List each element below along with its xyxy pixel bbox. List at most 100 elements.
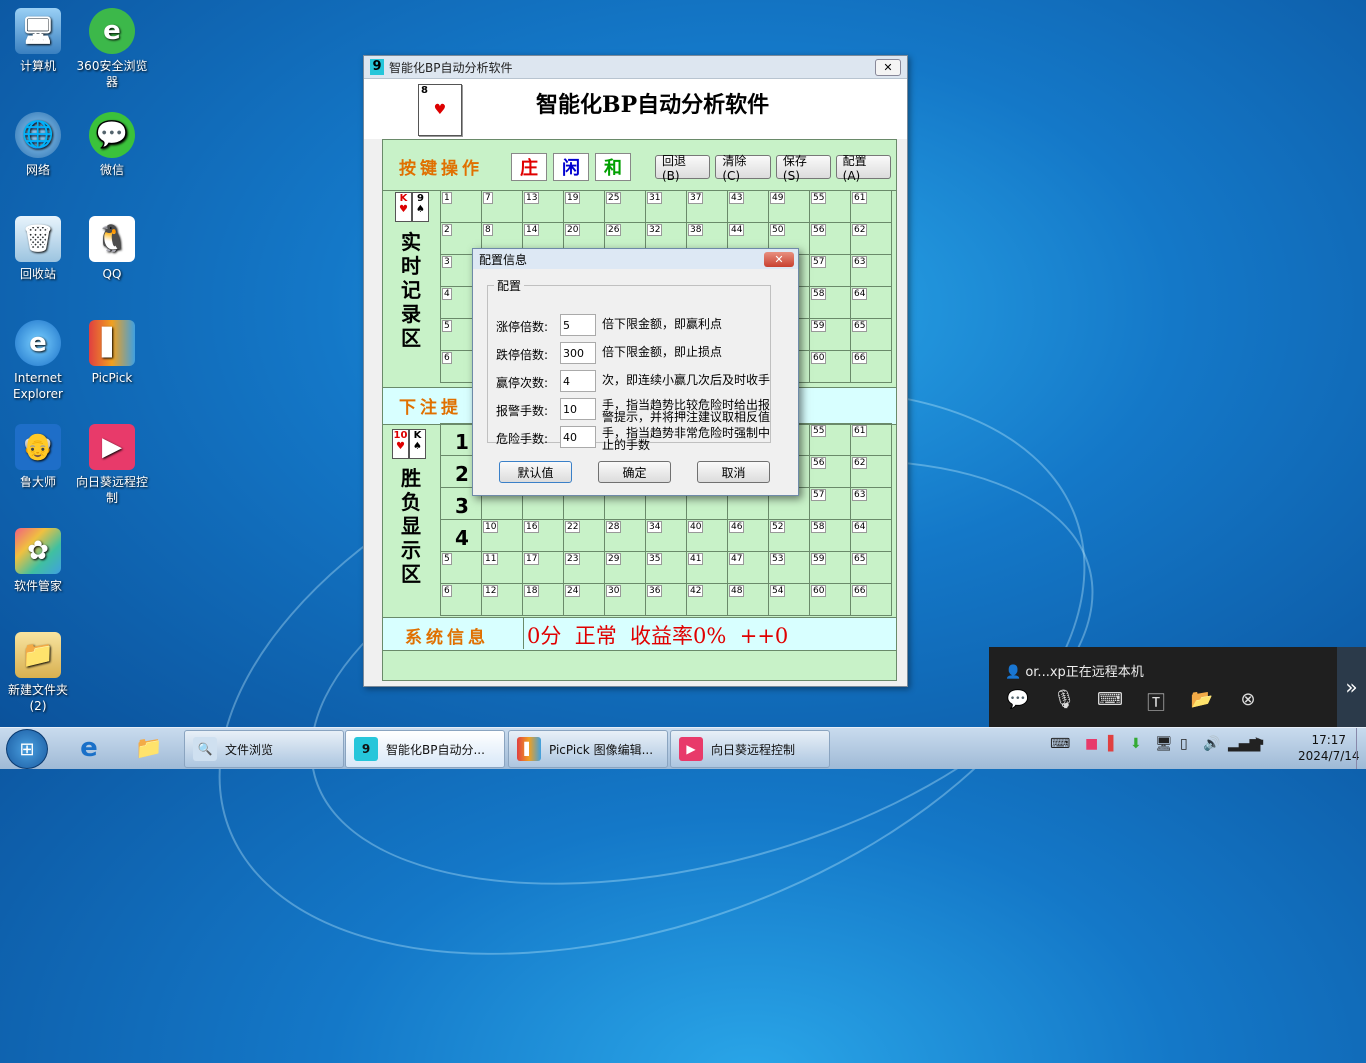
grid-cell-number: 41: [688, 553, 704, 565]
grid-cell-number: 5: [442, 320, 452, 332]
result-area-label: 胜负显示区: [401, 466, 421, 586]
desktop-icon-label: 向日葵远程控制: [76, 475, 149, 505]
desktop-icon-360-browser[interactable]: e 360安全浏览器: [76, 8, 148, 90]
desktop-icon-sunlogin[interactable]: ▶ 向日葵远程控制: [76, 424, 148, 506]
microphone-icon[interactable]: 🎙: [1051, 689, 1077, 713]
field-label: 报警手数:: [496, 404, 549, 418]
dialog-close-button[interactable]: ✕: [764, 251, 794, 267]
grid-cell: 40: [687, 520, 728, 552]
config-button[interactable]: 配置(A): [835, 154, 891, 183]
grid-cell: 56: [810, 456, 851, 488]
grid-cell: 60: [810, 584, 851, 616]
desktop-icon-ludashi[interactable]: 👴 鲁大师: [2, 424, 74, 490]
grid-cell: 55: [810, 190, 851, 223]
default-button[interactable]: 默认值: [499, 461, 572, 483]
playing-card-k-icon: K ♥: [395, 192, 412, 222]
grid-cell-number: 8: [483, 224, 493, 236]
grid-cell-number: 60: [811, 352, 827, 364]
window-titlebar[interactable]: 9 智能化BP自动分析软件 ✕: [364, 56, 907, 79]
grid-cell-number: 37: [688, 192, 704, 204]
grid-cell-number: 47: [729, 553, 745, 565]
field-row: 跌停倍数: 倍下限金额，即止损点: [496, 342, 772, 364]
desktop-icon-new-folder[interactable]: 📁 新建文件夹 (2): [2, 632, 74, 714]
action-button-group: 回退(B) 清除(C) 保存(S) 配置(A): [655, 154, 896, 183]
desktop-icon-qq[interactable]: 🐧 QQ: [76, 216, 148, 282]
banker-button[interactable]: 庄: [511, 153, 547, 181]
flag-icon[interactable]: ⚑: [1253, 736, 1266, 752]
save-button[interactable]: 保存(S): [775, 154, 831, 183]
chat-icon[interactable]: 💬: [1005, 689, 1031, 713]
desktop-icon-label: 计算机: [19, 59, 56, 73]
desktop-icon-recycle-bin[interactable]: 🗑 回收站: [2, 216, 74, 282]
desktop-icon-picpick[interactable]: ▌ PicPick: [76, 320, 148, 386]
limit-up-multiplier-input[interactable]: [560, 314, 596, 336]
grid-cell-number: 25: [606, 192, 622, 204]
show-desktop-button[interactable]: [1356, 728, 1366, 769]
grid-cell-number: 54: [770, 585, 786, 597]
chevron-right-icon: »: [1345, 675, 1358, 699]
download-icon[interactable]: ⬇: [1130, 736, 1142, 752]
file-transfer-icon[interactable]: 📂: [1189, 689, 1215, 713]
desktop-icon-wechat[interactable]: 💬 微信: [76, 112, 148, 178]
grid-cell-number: 58: [811, 521, 827, 533]
grid-cell-number: 53: [770, 553, 786, 565]
grid-cell-number: 3: [442, 256, 452, 268]
tie-button[interactable]: 和: [595, 153, 631, 181]
sunlogin-tray-icon[interactable]: ■: [1085, 736, 1098, 752]
close-button[interactable]: ✕: [875, 58, 901, 76]
player-button[interactable]: 闲: [553, 153, 589, 181]
ok-button[interactable]: 确定: [598, 461, 671, 483]
volume-icon[interactable]: 🔊: [1203, 736, 1220, 752]
remote-desktop-icon[interactable]: ⌨: [1097, 689, 1123, 713]
limit-down-multiplier-input[interactable]: [560, 342, 596, 364]
grid-cell: 59: [810, 552, 851, 584]
undo-button[interactable]: 回退(B): [655, 154, 711, 183]
grid-cell: 28: [605, 520, 646, 552]
desktop-icon-label: Internet Explorer: [13, 371, 63, 401]
taskbar-item-sunlogin[interactable]: ▶ 向日葵远程控制: [670, 730, 830, 768]
grid-cell: 22: [564, 520, 605, 552]
keyboard-icon[interactable]: ⌨: [1050, 736, 1070, 752]
sunlogin-icon: ▶: [679, 737, 703, 761]
desktop-icon-label: 360安全浏览器: [76, 59, 148, 89]
grid-cell: 35: [646, 552, 687, 584]
alarm-hands-input[interactable]: [560, 398, 596, 420]
grid-cell: 65: [851, 552, 892, 584]
usb-icon[interactable]: ▯: [1180, 736, 1188, 752]
field-label: 跌停倍数:: [496, 348, 549, 362]
grid-cell: 62: [851, 456, 892, 488]
grid-cell-number: 13: [524, 192, 540, 204]
grid-cell-number: 57: [811, 256, 827, 268]
win-stop-count-input[interactable]: [560, 370, 596, 392]
danger-hands-input[interactable]: [560, 426, 596, 448]
disconnect-icon[interactable]: ⊗: [1235, 689, 1261, 713]
grid-cell-number: 29: [606, 553, 622, 565]
desktop-icon-software-manager[interactable]: ✿ 软件管家: [2, 528, 74, 594]
taskbar-item-picpick[interactable]: ▌ PicPick 图像编辑...: [508, 730, 668, 768]
grid-cell: 52: [769, 520, 810, 552]
grid-cell: 42: [687, 584, 728, 616]
grid-cell: 58: [810, 520, 851, 552]
system-clock[interactable]: 17:17 2024/7/14: [1298, 732, 1360, 764]
clear-button[interactable]: 清除(C): [715, 154, 771, 183]
taskbar-pin-ie[interactable]: e: [72, 732, 106, 764]
desktop-icon-network[interactable]: 🌐 网络: [2, 112, 74, 178]
taskbar-item-bp-analysis[interactable]: 9 智能化BP自动分...: [345, 730, 505, 768]
status-text: 0分 正常 收益率0% ++0: [527, 624, 789, 648]
desktop-icon-computer[interactable]: 🖥 计算机: [2, 8, 74, 74]
grid-cell-number: 36: [647, 585, 663, 597]
grid-cell-number: 19: [565, 192, 581, 204]
expand-panel-button[interactable]: »: [1337, 647, 1366, 727]
taskbar-pin-explorer[interactable]: 📁: [132, 732, 166, 764]
grid-cell-number: 23: [565, 553, 581, 565]
desktop-icon-internet-explorer[interactable]: e Internet Explorer: [2, 320, 74, 402]
text-icon[interactable]: 🅃: [1143, 689, 1169, 714]
remote-tray-icon[interactable]: 🖥: [1155, 736, 1173, 752]
grid-cell: 13: [523, 190, 564, 223]
grid-cell-number: 64: [852, 288, 868, 300]
dialog-titlebar[interactable]: 配置信息 ✕: [473, 249, 798, 269]
start-button[interactable]: ⊞: [6, 729, 48, 769]
taskbar-item-file-browser[interactable]: 🔍 文件浏览: [184, 730, 344, 768]
picpick-tray-icon[interactable]: ▌: [1108, 736, 1119, 752]
cancel-button[interactable]: 取消: [697, 461, 770, 483]
